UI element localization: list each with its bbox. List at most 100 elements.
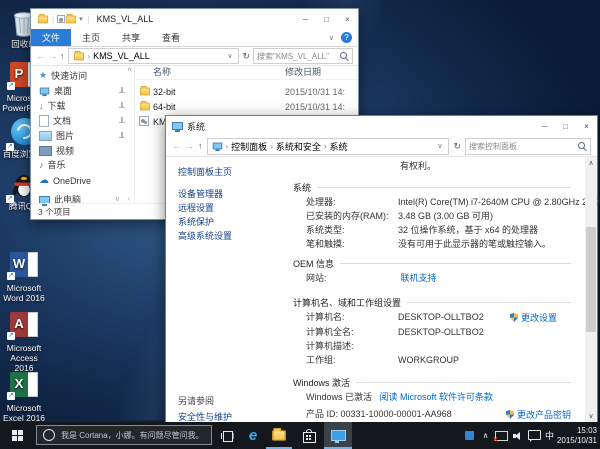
crumb-separator: › [88,52,91,61]
tray-ime[interactable]: 中 [542,422,557,449]
search-icon[interactable] [340,52,349,61]
cortana-search-box[interactable]: 我是 Cortana，小娜。有问题尽管问我。 [36,425,212,445]
sidebar-item-videos[interactable]: 视频 [39,144,131,157]
crumb-system[interactable]: 系统 [330,140,348,153]
desktop-icon-access[interactable]: A ↗ Microsoft Access 2016 [1,310,47,373]
system-search-box[interactable]: 搜索控制面板 [465,138,591,155]
ribbon-collapse-icon[interactable]: ∨ [329,34,334,42]
desktop-icon-word[interactable]: W ↗ Microsoft Word 2016 [1,250,47,304]
row-activation-status: Windows 已激活 阅读 Microsoft 软件许可条款 [306,391,571,404]
star-icon: ★ [39,70,47,81]
tray-show-hidden-icons[interactable]: ∧ [478,422,493,449]
clock-time: 15:03 [557,426,597,436]
scrollbar-thumb[interactable] [586,227,596,332]
column-name[interactable]: 名称 [153,65,171,78]
tab-share[interactable]: 共享 [111,29,151,46]
sidebar-item-music[interactable]: ♪ 音乐 [39,158,131,171]
shortcut-arrow-icon: ↗ [6,195,14,203]
sidebar-item-documents[interactable]: 文档 [39,114,131,127]
sidebar-item-onedrive[interactable]: ☁ OneDrive [39,175,131,186]
sidebar-item-desktop[interactable]: 桌面 [39,84,131,97]
online-support-link[interactable]: 联机支持 [401,273,437,283]
tray-clock[interactable]: 15:03 2015/10/31 [557,426,597,445]
search-icon[interactable] [578,142,587,151]
qat-properties-icon[interactable] [57,15,65,23]
forward-icon[interactable]: → [185,141,194,151]
license-terms-link[interactable]: 阅读 Microsoft 软件许可条款 [380,392,494,402]
video-icon [39,146,52,156]
tab-file[interactable]: 文件 [31,29,71,46]
explorer-sidebar: ∧ ★ 快速访问 桌面 ↓ 下载 文档 [31,65,135,204]
music-icon: ♪ [39,160,44,170]
titlebar-separator: | [88,15,90,24]
refresh-icon[interactable]: ↻ [453,141,461,152]
sidebar-item-pictures[interactable]: 图片 [39,129,131,142]
access-icon: A ↗ [9,312,39,342]
scroll-down-icon[interactable]: ∨ [115,195,120,203]
tab-home[interactable]: 主页 [71,29,111,46]
system-titlebar[interactable]: 系统 ─ □ × [166,116,597,136]
tray-volume[interactable] [511,422,526,449]
scroll-up-icon[interactable]: ∧ [585,159,597,167]
change-product-key-link[interactable]: 更改产品密钥 [506,408,571,421]
explorer-search-box[interactable]: 搜索"KMS_VL_ALL" [253,48,353,64]
scroll-down-icon[interactable]: ∨ [585,412,597,420]
batch-file-icon [139,116,149,126]
pin-icon [118,87,125,95]
task-view-button[interactable] [214,422,240,449]
up-icon[interactable]: ↑ [60,51,65,61]
tab-view[interactable]: 查看 [151,29,191,46]
refresh-icon[interactable]: ↻ [242,51,250,62]
change-settings-link[interactable]: 更改设置 [510,311,557,324]
desktop-icon-excel[interactable]: X ↗ Microsoft Excel 2016 [1,370,47,424]
system-address-bar[interactable]: › 控制面板 › 系统和安全 › 系统 ∨ [207,138,450,155]
crumb-control-panel[interactable]: 控制面板 [231,140,267,153]
nav-system-protection[interactable]: 系统保护 [178,215,214,228]
address-dropdown-icon[interactable]: ∨ [437,142,442,150]
taskbar-explorer-button[interactable] [266,422,292,449]
qat-dropdown-icon[interactable]: ▾ [79,15,83,23]
address-crumb[interactable]: KMS_VL_ALL [93,51,150,61]
close-button[interactable]: × [337,9,358,29]
system-app-icon [331,430,346,441]
maximize-button[interactable]: □ [316,9,337,29]
sidebar-item-quick-access[interactable]: ★ 快速访问 [39,69,131,82]
nav-control-panel-home[interactable]: 控制面板主页 [178,165,232,178]
file-row[interactable]: 32-bit 2015/10/31 14: [135,85,358,99]
close-button[interactable]: × [576,116,597,136]
nav-advanced-settings[interactable]: 高级系统设置 [178,229,232,242]
address-dropdown-icon[interactable]: ∨ [227,52,232,60]
up-icon[interactable]: ↑ [198,141,203,151]
row-workgroup: 工作组:WORKGROUP [306,354,571,367]
nav-remote-settings[interactable]: 远程设置 [178,201,214,214]
word-icon: W ↗ [9,252,39,282]
sidebar-item-downloads[interactable]: ↓ 下载 [39,99,131,112]
picture-icon [39,131,52,141]
scroll-left-icon[interactable]: ‹ [128,196,130,203]
qat-new-folder-icon[interactable] [66,15,76,23]
explorer-address-bar[interactable]: › KMS_VL_ALL ∨ [68,48,240,64]
start-button[interactable] [0,422,34,449]
back-icon[interactable]: ← [172,141,181,151]
minimize-button[interactable]: ─ [534,116,555,136]
help-icon[interactable]: ? [341,32,352,43]
maximize-button[interactable]: □ [555,116,576,136]
column-date[interactable]: 修改日期 [285,65,321,78]
back-icon[interactable]: ← [36,51,45,61]
explorer-titlebar[interactable]: | ▾ | KMS_VL_ALL ─ □ × [31,9,358,29]
crumb-separator: › [226,142,229,151]
desktop-icon [40,87,49,94]
scrollbar[interactable]: ∧ ∨ [585,157,597,422]
nav-device-manager[interactable]: 设备管理器 [178,187,223,200]
file-row[interactable]: 64-bit 2015/10/31 14: [135,100,358,114]
taskbar-store-button[interactable] [296,422,322,449]
taskbar-system-button[interactable] [324,422,352,449]
forward-icon[interactable]: → [48,51,57,61]
minimize-button[interactable]: ─ [295,9,316,29]
taskbar-edge-button[interactable]: e [240,422,266,449]
tray-network[interactable] [494,422,509,449]
tray-app-icon[interactable] [462,422,477,449]
crumb-separator: › [270,142,273,151]
crumb-system-security[interactable]: 系统和安全 [276,140,321,153]
tray-notifications[interactable] [527,422,542,449]
